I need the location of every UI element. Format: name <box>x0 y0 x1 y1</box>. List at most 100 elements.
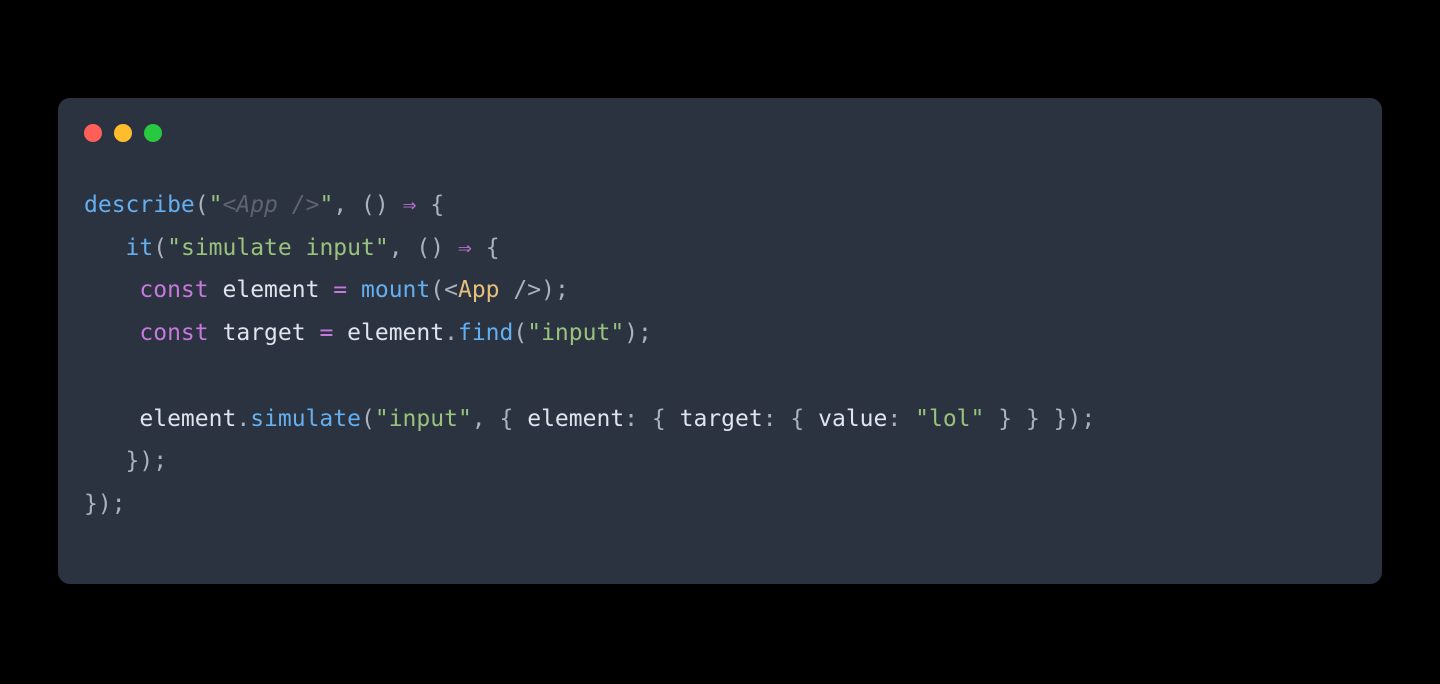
window-titlebar <box>84 124 162 142</box>
punct: ; <box>153 448 167 474</box>
punct: } <box>84 491 98 517</box>
punct: ; <box>638 320 652 346</box>
punct: : <box>887 406 901 432</box>
space <box>347 277 361 303</box>
quote: " <box>458 406 472 432</box>
space <box>777 406 791 432</box>
punct: ) <box>430 235 444 261</box>
fn-it: it <box>126 235 154 261</box>
zoom-icon[interactable] <box>144 124 162 142</box>
punct: { <box>486 235 500 261</box>
punct: ) <box>624 320 638 346</box>
jsx-component: App <box>458 277 500 303</box>
punct: { <box>652 406 666 432</box>
method-simulate: simulate <box>250 406 361 432</box>
space <box>638 406 652 432</box>
space <box>513 406 527 432</box>
punct: { <box>500 406 514 432</box>
punct: ( <box>416 235 430 261</box>
space <box>389 192 403 218</box>
var-element-ref: element <box>347 320 444 346</box>
punct: , <box>472 406 486 432</box>
space <box>500 277 514 303</box>
punct: : <box>763 406 777 432</box>
punct: ( <box>361 406 375 432</box>
punct: { <box>430 192 444 218</box>
space <box>306 320 320 346</box>
kw-const: const <box>139 277 208 303</box>
close-icon[interactable] <box>84 124 102 142</box>
indent <box>84 448 126 474</box>
fn-describe: describe <box>84 192 195 218</box>
space <box>486 406 500 432</box>
punct: ; <box>112 491 126 517</box>
indent <box>84 277 139 303</box>
punct: } <box>126 448 140 474</box>
punct: ( <box>195 192 209 218</box>
space <box>1012 406 1026 432</box>
space <box>333 320 347 346</box>
punct: ; <box>555 277 569 303</box>
space <box>666 406 680 432</box>
op-eq: = <box>333 277 347 303</box>
space <box>209 277 223 303</box>
space <box>984 406 998 432</box>
space <box>319 277 333 303</box>
punct: } <box>998 406 1012 432</box>
punct: ) <box>98 491 112 517</box>
jsx-selfclose: /> <box>513 277 541 303</box>
space <box>403 235 417 261</box>
kw-const: const <box>139 320 208 346</box>
quote: " <box>915 406 929 432</box>
quote: " <box>971 406 985 432</box>
quote: " <box>527 320 541 346</box>
string-input2: input <box>389 406 458 432</box>
space <box>444 235 458 261</box>
method-find: find <box>458 320 513 346</box>
punct: , <box>333 192 347 218</box>
space <box>209 320 223 346</box>
var-element: element <box>223 277 320 303</box>
punct: , <box>389 235 403 261</box>
space <box>472 235 486 261</box>
var-element-ref: element <box>139 406 236 432</box>
punct: ) <box>375 192 389 218</box>
string-app: <App /> <box>223 192 320 218</box>
punct: ) <box>139 448 153 474</box>
quote: " <box>375 406 389 432</box>
jsx-lt: < <box>444 277 458 303</box>
punct: ; <box>1081 406 1095 432</box>
indent <box>84 320 139 346</box>
space <box>416 192 430 218</box>
punct: ( <box>153 235 167 261</box>
punct: : <box>624 406 638 432</box>
space <box>804 406 818 432</box>
string-simulate-input: simulate input <box>181 235 375 261</box>
punct: ( <box>430 277 444 303</box>
string-input: input <box>541 320 610 346</box>
space <box>347 192 361 218</box>
punct: ( <box>513 320 527 346</box>
op-eq: = <box>319 320 333 346</box>
quote: " <box>375 235 389 261</box>
string-lol: lol <box>929 406 971 432</box>
indent <box>84 235 126 261</box>
space <box>1040 406 1054 432</box>
quote: " <box>167 235 181 261</box>
prop-value: value <box>818 406 887 432</box>
var-target: target <box>223 320 306 346</box>
punct: ) <box>1068 406 1082 432</box>
prop-target: target <box>680 406 763 432</box>
punct: { <box>790 406 804 432</box>
arrow: ⇒ <box>458 235 472 261</box>
punct: ( <box>361 192 375 218</box>
punct: } <box>1026 406 1040 432</box>
quote: " <box>610 320 624 346</box>
space <box>901 406 915 432</box>
minimize-icon[interactable] <box>114 124 132 142</box>
code-window: describe("<App />", () ⇒ { it("simulate … <box>58 98 1382 584</box>
punct: ) <box>541 277 555 303</box>
fn-mount: mount <box>361 277 430 303</box>
quote: " <box>319 192 333 218</box>
quote: " <box>209 192 223 218</box>
